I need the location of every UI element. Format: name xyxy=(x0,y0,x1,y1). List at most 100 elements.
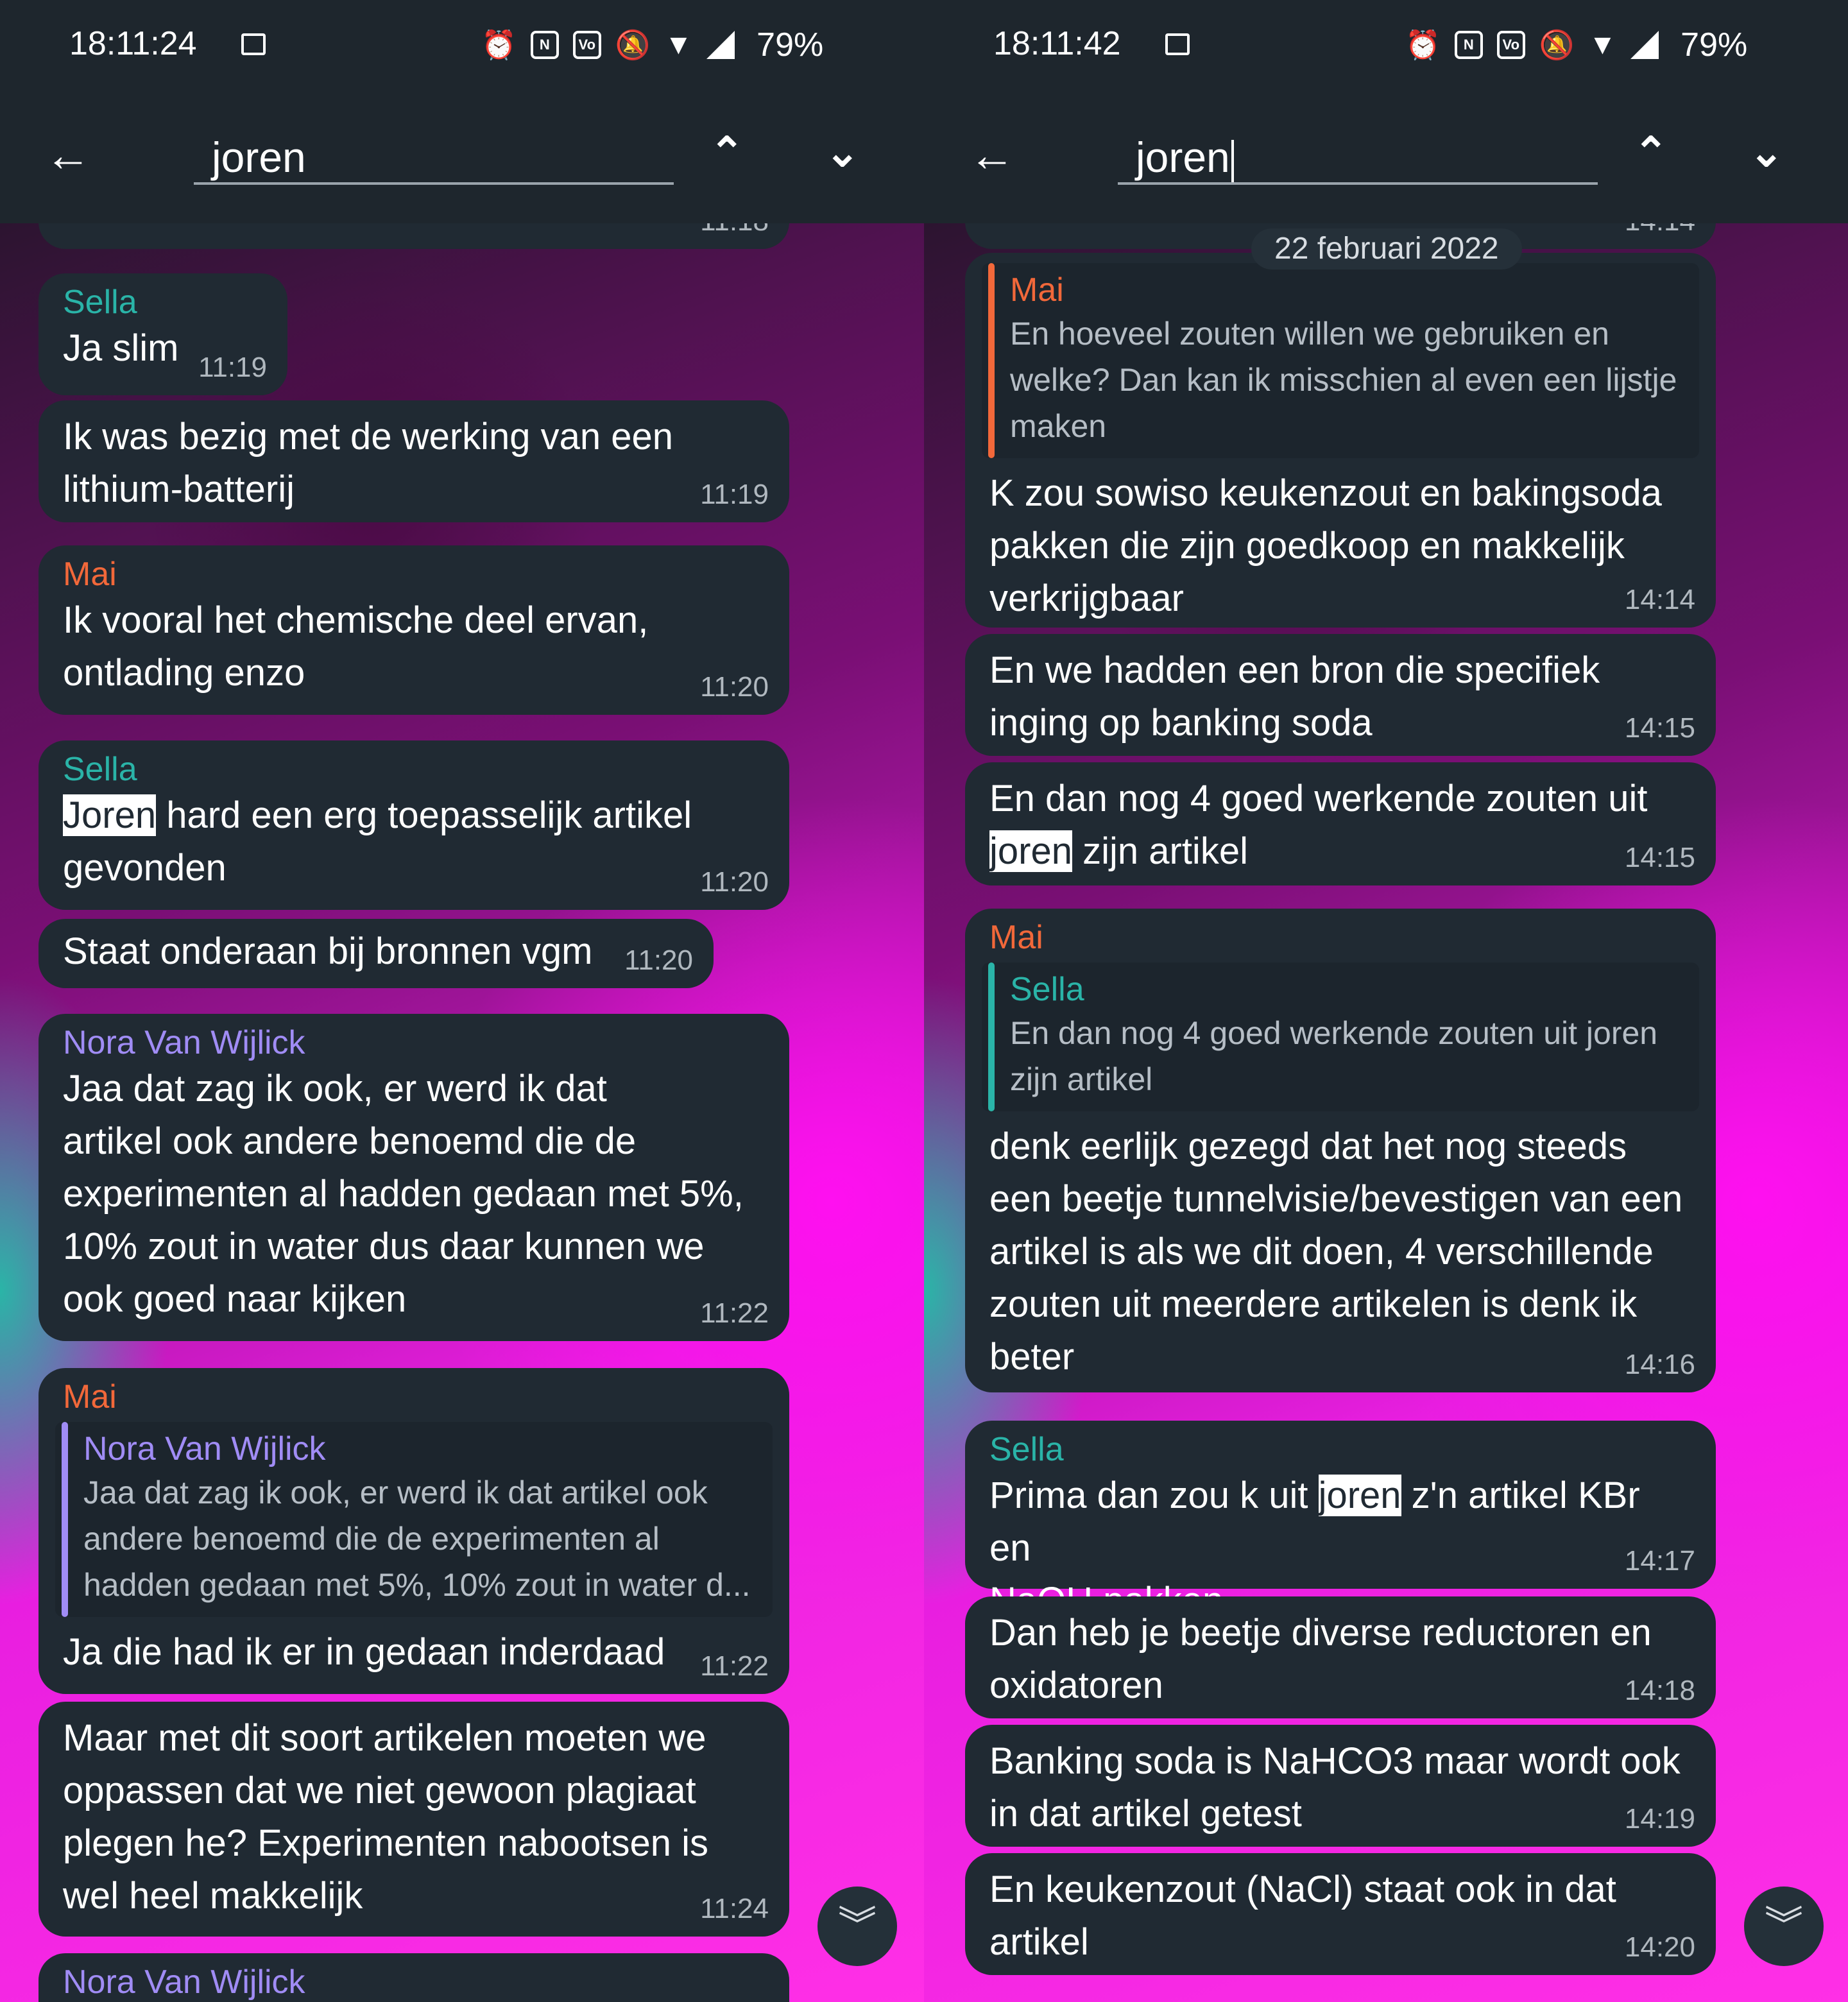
message-text: zouten uit meerdere artikelen is denk ik xyxy=(989,1283,1638,1325)
sender-name: Mai xyxy=(63,1378,117,1416)
quote-text: zijn artikel xyxy=(1010,1061,1153,1097)
message-bubble[interactable]: Staat onderaan bij bronnen vgm 11:20 xyxy=(38,919,714,988)
message-time: 14:14 xyxy=(1625,223,1695,237)
message-time: 14:19 xyxy=(1624,1803,1695,1835)
message-text: ook goed naar kijken xyxy=(63,1278,407,1320)
message-bubble[interactable]: Mai Nora Van Wijlick Jaa dat zag ik ook,… xyxy=(38,1368,789,1694)
reply-quote[interactable]: Mai En hoeveel zouten willen we gebruike… xyxy=(982,263,1699,458)
search-highlight: joren xyxy=(1318,1475,1401,1516)
message-text: Ik was bezig met de werking van een xyxy=(63,416,674,458)
sender-name: Mai xyxy=(63,556,117,593)
message-time: 11:20 xyxy=(624,945,693,976)
message-bubble[interactable]: Sella Joren hard een erg toepasselijk ar… xyxy=(38,740,789,910)
search-input[interactable]: joren xyxy=(194,130,674,185)
message-bubble[interactable]: Nora Van Wijlick Jaa dat zag ik ook, er … xyxy=(38,1014,789,1341)
message-list[interactable]: 14:14 Mai En hoeveel zouten willen we ge… xyxy=(924,223,1848,2002)
message-bubble[interactable]: Sella Ja slim 11:19 xyxy=(38,273,287,395)
message-text: artikel ook andere benoemd die de xyxy=(63,1120,637,1162)
text-cursor xyxy=(1231,139,1234,182)
message-bubble[interactable]: Maar met dit soort artikelen moeten we o… xyxy=(38,1702,789,1937)
volte-icon: Vo xyxy=(1496,31,1525,59)
message-bubble[interactable]: Mai En hoeveel zouten willen we gebruike… xyxy=(965,253,1716,628)
message-text: Prima dan zou k uit joren z'n artikel KB… xyxy=(989,1475,1640,1569)
message-text: wel heel makkelijk xyxy=(63,1875,363,1917)
message-text: Joren hard een erg toepasselijk artikel xyxy=(63,794,692,836)
message-bubble[interactable]: Dan heb je beetje diverse reductoren en … xyxy=(965,1596,1716,1718)
message-text: pakken die zijn goedkoop en makkelijk xyxy=(989,525,1625,567)
message-text: oxidatoren xyxy=(989,1664,1163,1706)
message-time: 11:19 xyxy=(198,352,267,383)
search-highlight: joren xyxy=(989,830,1072,872)
quote-sender: Mai xyxy=(1010,271,1064,309)
status-bar: 18:11:24 ⏰ N Vo 🔕 ▼ 79% xyxy=(0,0,924,90)
message-list[interactable]: 11:18 Sella Ja slim 11:19 Ik was bezig m… xyxy=(0,223,924,2002)
scroll-down-button[interactable]: ︾ xyxy=(1744,1887,1824,1966)
message-bubble[interactable]: Mai Ik vooral het chemische deel ervan, … xyxy=(38,545,789,715)
message-text: ontlading enzo xyxy=(63,652,305,694)
sender-name: Sella xyxy=(63,284,137,321)
message-time: 11:20 xyxy=(700,671,769,703)
status-bar: 18:11:42 ⏰ N Vo 🔕 ▼ 79% xyxy=(924,0,1848,90)
chevron-down-icon[interactable]: ⌄ xyxy=(1749,128,1784,176)
message-text: Banking soda is NaHCO3 maar wordt ook xyxy=(989,1740,1681,1782)
alarm-icon: ⏰ xyxy=(481,30,517,61)
search-toolbar: ← joren ⌃ ⌄ xyxy=(924,90,1848,223)
message-text: Ja slim xyxy=(63,327,179,369)
chevron-down-icon[interactable]: ⌄ xyxy=(825,128,860,176)
message-bubble[interactable]: Nora Van Wijlick xyxy=(38,1953,789,2002)
reply-quote[interactable]: Nora Van Wijlick Jaa dat zag ik ook, er … xyxy=(55,1422,773,1617)
message-text: gevonden xyxy=(63,847,227,889)
message-bubble[interactable]: Mai Sella En dan nog 4 goed werkende zou… xyxy=(965,909,1716,1392)
quote-text: welke? Dan kan ik misschien al even een … xyxy=(1010,362,1677,398)
quote-text: En hoeveel zouten willen we gebruiken en xyxy=(1010,316,1609,352)
message-text: joren zijn artikel xyxy=(989,830,1248,872)
message-time: 14:15 xyxy=(1624,712,1695,744)
reply-quote[interactable]: Sella En dan nog 4 goed werkende zouten … xyxy=(982,963,1699,1111)
signal-icon xyxy=(1630,31,1659,59)
quote-bar xyxy=(62,1422,68,1617)
quote-text: En dan nog 4 goed werkende zouten uit jo… xyxy=(1010,1015,1658,1051)
message-time: 11:20 xyxy=(700,866,769,898)
message-time: 14:18 xyxy=(1624,1675,1695,1706)
double-chevron-down-icon: ︾ xyxy=(1765,1904,1803,1947)
nfc-icon: N xyxy=(1454,31,1483,59)
sender-name: Nora Van Wijlick xyxy=(63,1964,305,2001)
message-bubble[interactable]: En keukenzout (NaCl) staat ook in dat ar… xyxy=(965,1853,1716,1975)
message-bubble[interactable]: 11:18 xyxy=(38,223,789,249)
sender-name: Sella xyxy=(989,1431,1064,1468)
chevron-up-icon[interactable]: ⌃ xyxy=(1634,128,1668,176)
message-text: Maar met dit soort artikelen moeten we xyxy=(63,1717,706,1759)
wifi-icon: ▼ xyxy=(1588,29,1617,60)
quote-bar xyxy=(988,963,995,1111)
message-bubble[interactable]: En we hadden een bron die specifiek ingi… xyxy=(965,634,1716,756)
message-bubble[interactable]: En dan nog 4 goed werkende zouten uit jo… xyxy=(965,762,1716,886)
message-text: En keukenzout (NaCl) staat ook in dat xyxy=(989,1869,1616,1910)
chevron-up-icon[interactable]: ⌃ xyxy=(710,128,744,176)
message-time: 11:22 xyxy=(700,1297,769,1329)
message-text: verkrijgbaar xyxy=(989,578,1184,619)
message-bubble[interactable]: Ik was bezig met de werking van een lith… xyxy=(38,400,789,522)
back-arrow-icon[interactable]: ← xyxy=(45,130,91,181)
message-text: En we hadden een bron die specifiek xyxy=(989,649,1600,691)
quote-text: andere benoemd die de experimenten al xyxy=(83,1521,660,1557)
search-highlight: Joren xyxy=(63,794,157,836)
message-text: denk eerlijk gezegd dat het nog steeds xyxy=(989,1125,1627,1167)
double-chevron-down-icon: ︾ xyxy=(838,1904,877,1947)
date-header: 22 februari 2022 xyxy=(1251,228,1522,270)
message-text: een beetje tunnelvisie/bevestigen van ee… xyxy=(989,1178,1683,1220)
search-input[interactable]: joren xyxy=(1118,130,1598,185)
message-time: 14:15 xyxy=(1624,842,1695,873)
quote-sender: Sella xyxy=(1010,971,1084,1008)
back-arrow-icon[interactable]: ← xyxy=(969,130,1015,181)
message-text: in dat artikel getest xyxy=(989,1793,1302,1835)
message-time: 14:14 xyxy=(1624,584,1695,615)
message-bubble[interactable]: Banking soda is NaHCO3 maar wordt ook in… xyxy=(965,1725,1716,1847)
message-time: 14:20 xyxy=(1624,1931,1695,1963)
message-bubble[interactable]: Sella Prima dan zou k uit joren z'n arti… xyxy=(965,1421,1716,1621)
scroll-down-button[interactable]: ︾ xyxy=(817,1887,897,1966)
message-time: 11:19 xyxy=(700,479,769,510)
message-time: 14:17 xyxy=(1624,1545,1695,1577)
search-query: joren xyxy=(212,133,306,181)
search-query: joren xyxy=(1136,133,1230,181)
status-icons: ⏰ N Vo 🔕 ▼ 79% xyxy=(481,26,823,64)
